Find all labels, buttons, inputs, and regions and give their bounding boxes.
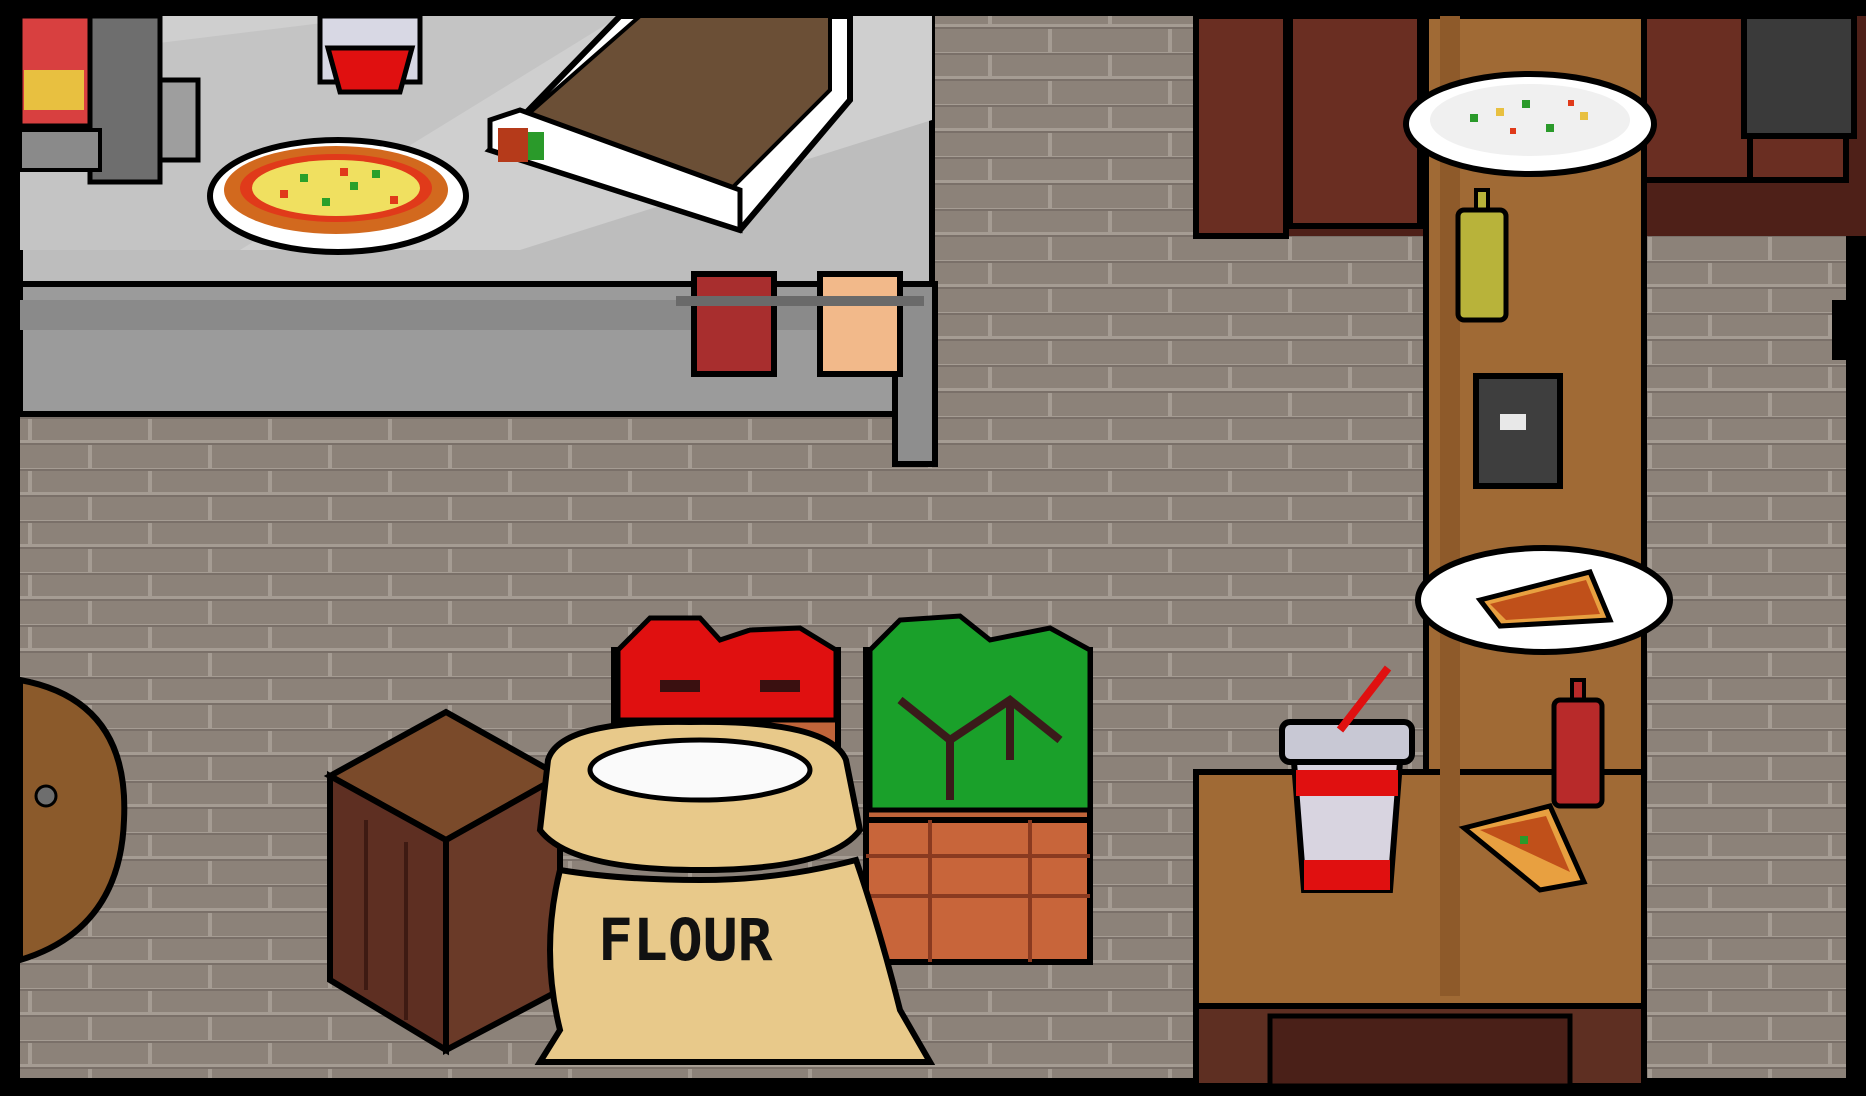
scene-canvas: FLOUR <box>0 0 1866 1096</box>
flour-label: FLOUR <box>598 906 773 974</box>
mustard-bottle[interactable] <box>1455 188 1509 323</box>
light-switch[interactable] <box>1473 373 1563 489</box>
peach-towel[interactable] <box>817 271 903 377</box>
counter-cup[interactable] <box>317 13 423 95</box>
game-scene: FLOUR <box>0 0 1866 1096</box>
dirty-plate[interactable] <box>1403 71 1657 177</box>
offscreen-object-edge <box>1832 300 1846 360</box>
plate-with-slice[interactable] <box>1415 545 1673 655</box>
red-towel[interactable] <box>691 271 777 377</box>
towel-rail <box>676 296 924 306</box>
ketchup-bottle[interactable] <box>1551 678 1605 809</box>
lettuce-crate[interactable] <box>863 613 1093 965</box>
wooden-crate[interactable] <box>323 708 567 1056</box>
pizza-on-counter[interactable] <box>207 137 469 255</box>
